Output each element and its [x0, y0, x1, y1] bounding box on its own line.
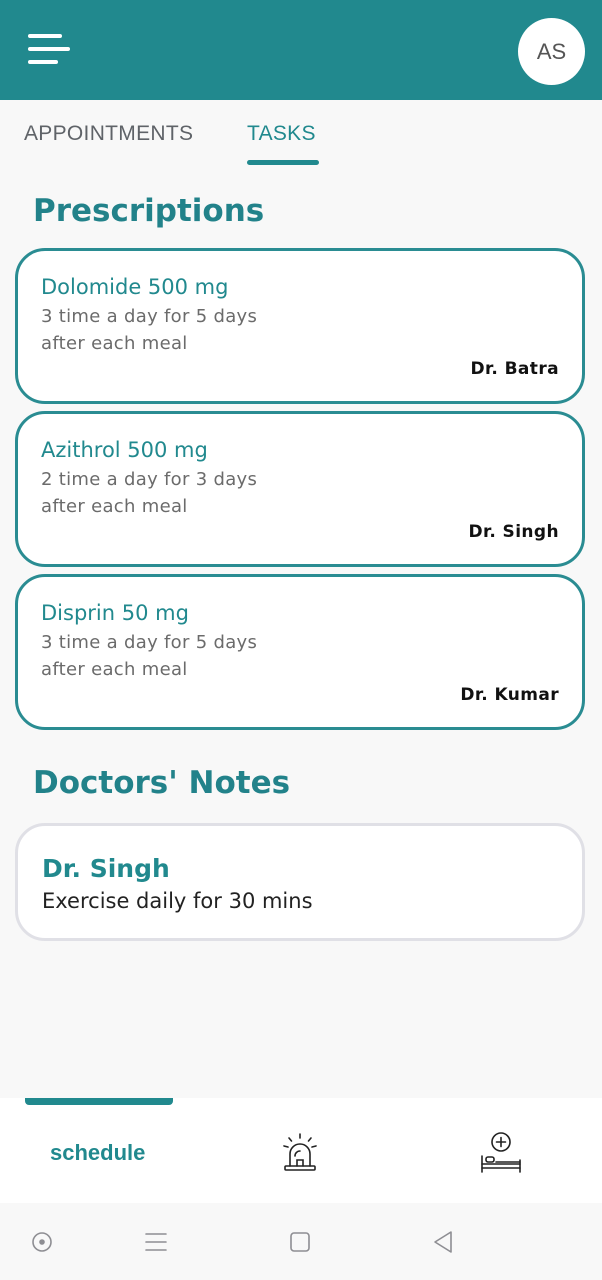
drug-name: Dolomide 500 mg	[41, 275, 229, 299]
note-doctor-name: Dr. Singh	[42, 854, 170, 883]
siren-alarm-icon[interactable]	[280, 1132, 320, 1174]
active-tab-indicator	[247, 160, 319, 165]
doctors-notes-title: Doctors' Notes	[33, 765, 291, 801]
square-home-icon[interactable]	[287, 1229, 313, 1255]
avatar[interactable]: AS	[518, 18, 585, 85]
system-navigation-bar	[0, 1203, 602, 1280]
prescription-card[interactable]: Disprin 50 mg 3 time a day for 5 days af…	[15, 574, 585, 730]
prescribing-doctor: Dr. Singh	[468, 522, 559, 542]
prescription-card[interactable]: Dolomide 500 mg 3 time a day for 5 days …	[15, 248, 585, 404]
tab-appointments[interactable]: APPOINTMENTS	[24, 122, 193, 146]
app-bar: AS	[0, 0, 602, 100]
doctor-note-card[interactable]: Dr. Singh Exercise daily for 30 mins	[15, 823, 585, 941]
menu-lines-icon[interactable]	[143, 1229, 169, 1255]
note-text: Exercise daily for 30 mins	[42, 889, 313, 913]
meal-text: after each meal	[41, 659, 188, 680]
dose-text: 2 time a day for 3 days	[41, 469, 258, 490]
bottom-navigation: schedule	[0, 1098, 602, 1203]
back-triangle-icon[interactable]	[430, 1229, 456, 1255]
meal-text: after each meal	[41, 333, 188, 354]
nav-schedule[interactable]: schedule	[50, 1140, 145, 1166]
circle-dot-icon[interactable]	[29, 1229, 55, 1255]
dose-text: 3 time a day for 5 days	[41, 306, 258, 327]
prescribing-doctor: Dr. Batra	[470, 359, 559, 379]
prescriptions-title: Prescriptions	[33, 193, 265, 229]
hospital-bed-icon[interactable]	[478, 1130, 524, 1174]
active-nav-indicator	[25, 1098, 173, 1105]
hamburger-menu-icon[interactable]	[26, 32, 72, 68]
meal-text: after each meal	[41, 496, 188, 517]
prescription-card[interactable]: Azithrol 500 mg 2 time a day for 3 days …	[15, 411, 585, 567]
tab-tasks[interactable]: TASKS	[247, 122, 316, 146]
drug-name: Disprin 50 mg	[41, 601, 189, 625]
dose-text: 3 time a day for 5 days	[41, 632, 258, 653]
prescribing-doctor: Dr. Kumar	[460, 685, 559, 705]
drug-name: Azithrol 500 mg	[41, 438, 208, 462]
